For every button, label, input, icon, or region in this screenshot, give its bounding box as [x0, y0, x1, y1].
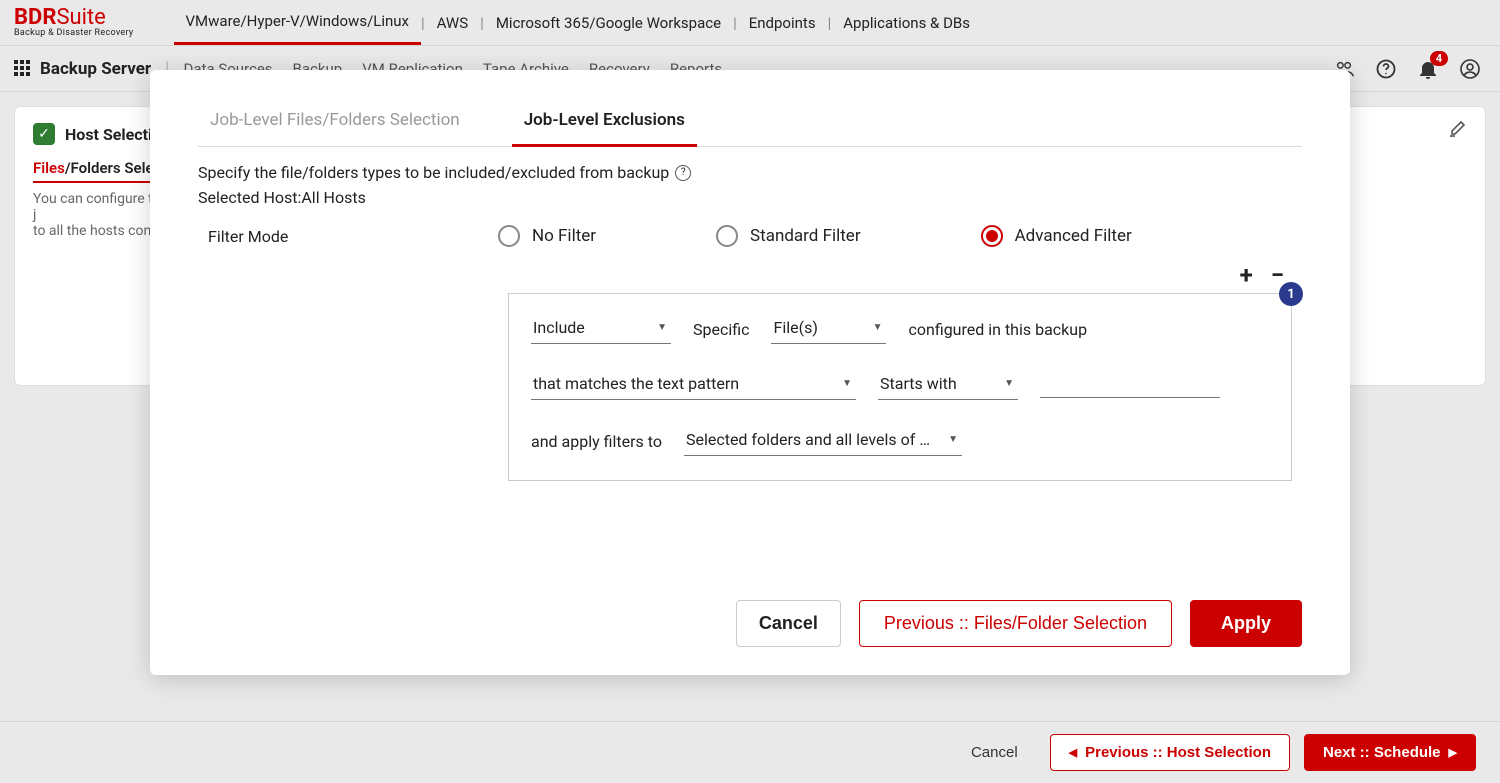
remove-rule-icon[interactable]: − [1271, 263, 1284, 287]
tab-job-level-exclusions[interactable]: Job-Level Exclusions [512, 100, 697, 147]
chevron-down-icon: ▼ [1004, 378, 1014, 389]
include-exclude-select[interactable]: Include ▼ [531, 314, 671, 344]
add-rule-icon[interactable]: + [1240, 263, 1253, 287]
files-folders-tab[interactable]: Files/Folders Select [33, 159, 166, 183]
nav-m365[interactable]: Microsoft 365/Google Workspace [484, 0, 733, 45]
app-logo: BDRSuite Backup & Disaster Recovery [14, 7, 134, 38]
target-select[interactable]: File(s) ▼ [771, 314, 886, 344]
modal-previous-button[interactable]: Previous :: Files/Folder Selection [859, 600, 1172, 647]
chevron-down-icon: ▼ [842, 378, 852, 389]
selected-host-row: Selected Host:All Hosts [198, 188, 1302, 207]
nav-aws[interactable]: AWS [425, 0, 481, 45]
footer-cancel-button[interactable]: Cancel [953, 735, 1036, 770]
radio-icon [498, 225, 520, 247]
radio-standard-filter[interactable]: Standard Filter [716, 225, 861, 247]
footer-previous-button[interactable]: ◀ Previous :: Host Selection [1050, 734, 1290, 771]
server-title: Backup Server [40, 59, 151, 79]
logo-brand-left: BDR [14, 5, 56, 30]
pattern-value-input[interactable] [1040, 372, 1220, 398]
help-tooltip-icon[interactable]: ? [675, 165, 691, 181]
match-type-select[interactable]: that matches the text pattern ▼ [531, 370, 856, 400]
help-icon[interactable] [1376, 59, 1396, 79]
chevron-down-icon: ▼ [873, 322, 883, 333]
apply-filters-label: and apply filters to [531, 432, 662, 451]
modal-description: Specify the file/folders types to be inc… [198, 163, 1302, 182]
radio-icon [716, 225, 738, 247]
modal-footer: Cancel Previous :: Files/Folder Selectio… [198, 600, 1302, 647]
filter-mode-label: Filter Mode [198, 227, 498, 246]
exclusions-modal: Job-Level Files/Folders Selection Job-Le… [150, 70, 1350, 675]
rule-number-badge: 1 [1279, 282, 1303, 306]
page-footer: Cancel ◀ Previous :: Host Selection Next… [0, 721, 1500, 783]
apply-scope-select[interactable]: Selected folders and all levels of subf…… [684, 426, 962, 456]
configured-text: configured in this backup [908, 320, 1087, 339]
radio-advanced-filter[interactable]: Advanced Filter [981, 225, 1132, 247]
radio-icon [981, 225, 1003, 247]
filter-mode-row: Filter Mode No Filter Standard Filter Ad… [198, 225, 1302, 247]
specific-label: Specific [693, 320, 749, 339]
logo-brand-right: Suite [56, 5, 105, 30]
modal-tabs: Job-Level Files/Folders Selection Job-Le… [198, 100, 1302, 147]
footer-next-button[interactable]: Next :: Schedule ▶ [1304, 734, 1476, 771]
chevron-down-icon: ▼ [657, 322, 667, 333]
tab-files-folders-selection[interactable]: Job-Level Files/Folders Selection [198, 100, 472, 146]
edit-icon[interactable] [1447, 119, 1467, 139]
modal-cancel-button[interactable]: Cancel [736, 600, 841, 647]
chevron-down-icon: ▼ [948, 434, 958, 445]
top-navigation: BDRSuite Backup & Disaster Recovery VMwa… [0, 0, 1500, 46]
nav-endpoints[interactable]: Endpoints [737, 0, 828, 45]
step-complete-icon: ✓ [33, 123, 55, 145]
profile-icon[interactable] [1460, 59, 1480, 79]
apps-grid-icon[interactable] [14, 60, 32, 78]
rule-toolbar: + − [198, 247, 1302, 293]
nav-vmware[interactable]: VMware/Hyper-V/Windows/Linux [174, 0, 421, 45]
primary-nav: VMware/Hyper-V/Windows/Linux | AWS | Mic… [174, 0, 983, 45]
notifications-icon[interactable]: 4 [1418, 59, 1438, 79]
filter-rule-box: 1 Include ▼ Specific File(s) ▼ configure… [508, 293, 1292, 481]
logo-tagline: Backup & Disaster Recovery [14, 29, 134, 38]
operator-select[interactable]: Starts with ▼ [878, 370, 1018, 400]
nav-apps-dbs[interactable]: Applications & DBs [831, 0, 982, 45]
chevron-right-icon: ▶ [1449, 746, 1457, 759]
modal-apply-button[interactable]: Apply [1190, 600, 1302, 647]
notification-badge: 4 [1430, 51, 1448, 66]
radio-no-filter[interactable]: No Filter [498, 225, 596, 247]
chevron-left-icon: ◀ [1069, 746, 1077, 759]
